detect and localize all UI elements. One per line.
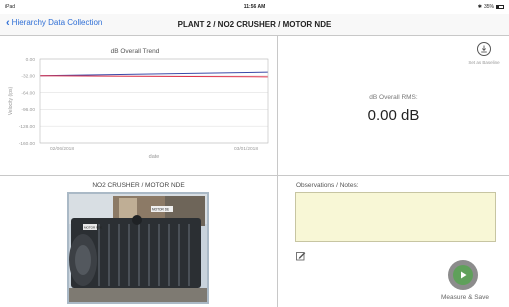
x-axis-label: date xyxy=(149,154,160,160)
series-line xyxy=(39,71,269,77)
y-tick-label: -64.00 xyxy=(21,90,35,96)
measure-save-label: Measure & Save xyxy=(440,294,490,301)
observations-field[interactable] xyxy=(295,192,496,242)
edit-icon[interactable] xyxy=(296,248,306,261)
x-tick-label: 02/06/2018 xyxy=(50,146,74,152)
photo-title: NO2 CRUSHER / MOTOR NDE xyxy=(92,182,185,189)
play-icon xyxy=(453,265,473,285)
y-tick-label: -32.00 xyxy=(21,74,35,80)
y-tick-label: -128.00 xyxy=(19,124,36,130)
bluetooth-icon: ✱ xyxy=(477,4,482,10)
set-baseline-button[interactable]: Set as Baseline xyxy=(463,42,505,65)
plot-area xyxy=(39,58,269,144)
clock: 11:56 AM xyxy=(243,4,266,10)
chart-title: dB Overall Trend xyxy=(111,48,160,55)
trend-chart-panel: dB Overall Trend 0.00 -32.00 -64.00 -96.00 -… xyxy=(0,36,277,175)
horizontal-divider xyxy=(0,175,509,176)
motor-photo-image: MOTOR NDE MOTOR DE xyxy=(69,194,207,302)
y-axis-label: Velocity (ips) xyxy=(8,86,14,115)
observations-label: Observations / Notes: xyxy=(296,182,359,189)
measure-save-button[interactable] xyxy=(448,260,478,290)
rms-value: 0.00 dB xyxy=(367,107,420,124)
motor-de-tag: MOTOR DE xyxy=(152,208,169,212)
navigation-bar: ‹ Hierarchy Data Collection PLANT 2 / NO… xyxy=(0,14,509,36)
trend-chart: dB Overall Trend 0.00 -32.00 -64.00 -96.00 -… xyxy=(8,48,269,160)
rms-label: dB Overall RMS: xyxy=(369,94,418,101)
y-tick-label: 0.00 xyxy=(26,57,36,63)
chevron-left-icon: ‹ xyxy=(6,16,10,29)
asset-photo[interactable]: MOTOR NDE MOTOR DE xyxy=(67,192,209,304)
back-button-label: Hierarchy Data Collection xyxy=(11,18,103,27)
battery-percent: 35% xyxy=(483,4,494,10)
vertical-divider xyxy=(277,36,278,307)
set-baseline-label: Set as Baseline xyxy=(468,60,500,65)
back-button[interactable]: ‹ Hierarchy Data Collection xyxy=(6,16,103,29)
y-tick-label: -96.00 xyxy=(21,107,35,113)
x-tick-label: 03/01/2018 xyxy=(234,146,258,152)
status-bar: iPad 11:56 AM ✱ 35% xyxy=(0,0,509,14)
status-right: ✱ 35% xyxy=(478,4,504,10)
motor-nde-tag: MOTOR NDE xyxy=(84,226,102,230)
battery-icon xyxy=(496,5,504,9)
y-tick-label: -160.00 xyxy=(19,141,36,147)
baseline-icon xyxy=(477,42,491,56)
